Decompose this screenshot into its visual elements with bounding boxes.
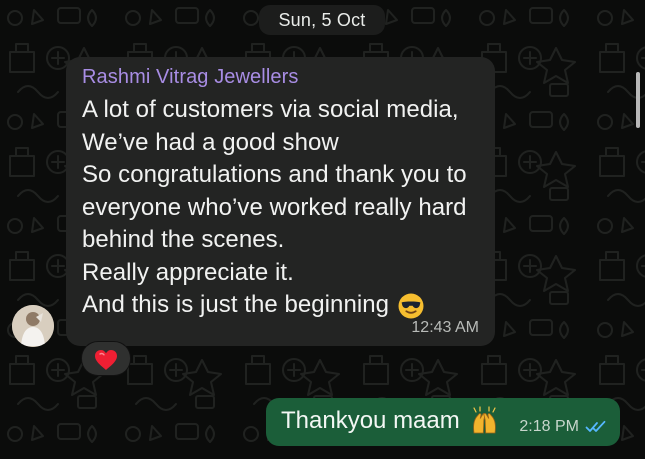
message-last-line: And this is just the beginning: [82, 289, 481, 322]
incoming-message-bubble[interactable]: Rashmi Vitrag Jewellers A lot of custome…: [66, 57, 495, 346]
raised-hands-icon: [472, 405, 496, 433]
message-line: behind the scenes.: [82, 226, 285, 253]
date-separator-label: Sun, 5 Oct: [278, 10, 366, 30]
incoming-message-time: 12:43 AM: [411, 319, 479, 336]
avatar-image: [12, 305, 54, 347]
sender-avatar[interactable]: [12, 305, 54, 347]
outgoing-message-meta: 2:18 PM: [519, 418, 607, 436]
sunglasses-face-icon: [398, 293, 424, 319]
outgoing-message-bubble[interactable]: Thankyou maam 2:18 PM: [266, 398, 620, 446]
message-reaction[interactable]: [82, 342, 130, 375]
message-body: A lot of customers via social media, We’…: [82, 94, 481, 322]
message-line: A lot of customers via social media,: [82, 96, 459, 123]
message-line: Really appreciate it.: [82, 258, 294, 286]
date-separator: Sun, 5 Oct: [259, 5, 385, 35]
message-line: So congratulations and thank you to: [82, 161, 467, 188]
outgoing-message-content: Thankyou maam: [281, 405, 500, 437]
read-double-check-icon: [585, 420, 606, 432]
sender-name[interactable]: Rashmi Vitrag Jewellers: [82, 66, 481, 88]
message-line: We’ve had a good show: [82, 128, 339, 156]
outgoing-message-time: 2:18 PM: [519, 418, 579, 435]
message-line: everyone who’ve worked really hard: [82, 193, 467, 221]
message-line: And this is just the beginning: [82, 291, 390, 318]
red-heart-icon: [95, 350, 117, 370]
chat-scrollbar-thumb[interactable]: [636, 72, 640, 128]
outgoing-message-text: Thankyou maam: [281, 407, 460, 434]
